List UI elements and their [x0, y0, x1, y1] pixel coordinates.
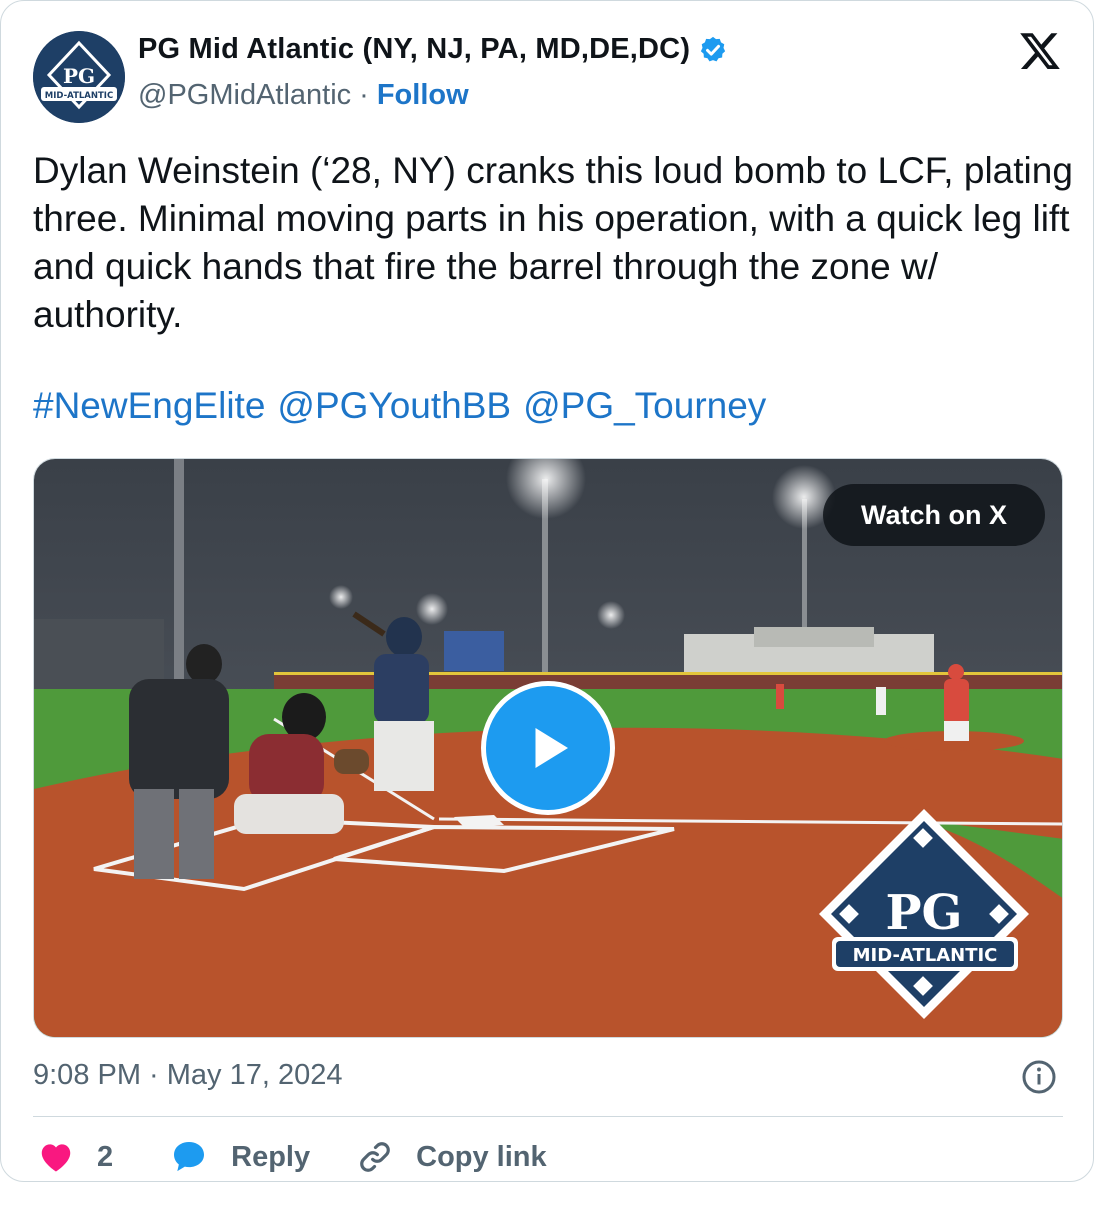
follow-button[interactable]: Follow [377, 79, 469, 112]
handle-separator: · [359, 79, 369, 111]
like-button[interactable]: 2 [37, 1138, 113, 1176]
avatar-logo-text: PG [63, 64, 95, 88]
reply-button[interactable]: Reply [169, 1137, 310, 1177]
play-icon [535, 728, 568, 768]
avatar-badge-text: MID-ATLANTIC [45, 91, 113, 101]
heart-icon [41, 1144, 71, 1172]
tweet-timestamp[interactable]: 9:08 PM · May 17, 2024 [33, 1059, 343, 1092]
verified-badge-icon [701, 36, 726, 61]
tweet-text: Dylan Weinstein (‘28, NY) cranks this lo… [33, 150, 1073, 335]
avatar[interactable]: PG MID-ATLANTIC [33, 31, 125, 123]
copy-link-label: Copy link [416, 1140, 547, 1173]
author-handle[interactable]: @PGMidAtlantic [138, 79, 351, 112]
watermark-badge-text: MID-ATLANTIC [853, 945, 998, 966]
mention-link[interactable]: @PG_Tourney [523, 385, 766, 427]
author-handle-row: @PGMidAtlantic · Follow [138, 79, 469, 112]
divider [33, 1116, 1063, 1117]
link-icon [360, 1142, 390, 1172]
action-bar: 2 Reply Copy link [37, 1137, 547, 1177]
hashtag-link[interactable]: #NewEngElite [33, 385, 265, 427]
author-name[interactable]: PG Mid Atlantic (NY, NJ, PA, MD,DE,DC) [138, 33, 690, 66]
mention-link[interactable]: @PGYouthBB [277, 385, 511, 427]
play-button[interactable] [481, 681, 615, 815]
tweet-card: PG MID-ATLANTIC PG Mid Atlantic (NY, NJ,… [0, 0, 1094, 1182]
author-name-row: PG Mid Atlantic (NY, NJ, PA, MD,DE,DC) [138, 33, 728, 66]
reply-bubble-icon [174, 1142, 205, 1172]
x-logo-icon[interactable] [1017, 29, 1063, 73]
watermark-logo-text: PG [885, 885, 962, 941]
tweet-tags: #NewEngElite @PGYouthBB @PG_Tourney [33, 385, 766, 427]
like-count: 2 [97, 1140, 114, 1173]
info-icon[interactable] [1021, 1059, 1057, 1095]
watch-on-x-button[interactable]: Watch on X [823, 484, 1045, 546]
reply-label: Reply [231, 1140, 311, 1173]
pg-logo-icon: PG MID-ATLANTIC [33, 31, 125, 123]
copy-link-button[interactable]: Copy link [356, 1138, 547, 1176]
